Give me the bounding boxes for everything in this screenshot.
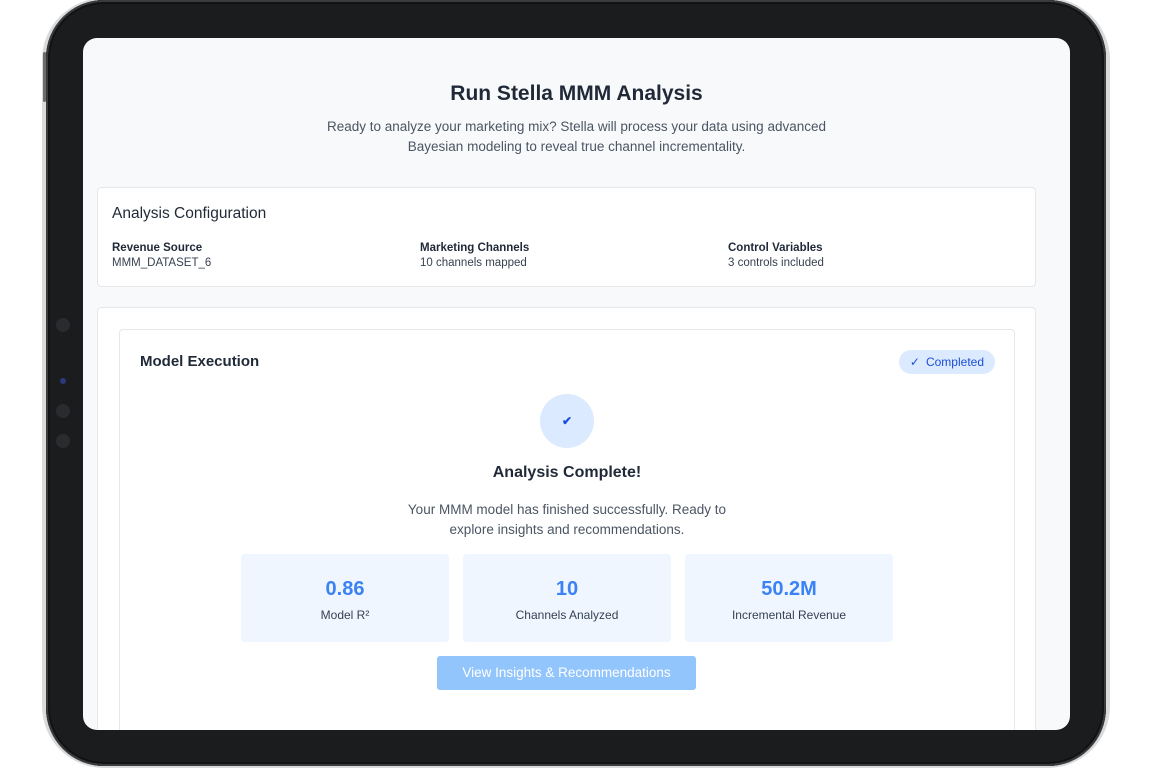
- stat-incremental-revenue: 50.2M Incremental Revenue: [685, 554, 893, 642]
- stat-channels-analyzed: 10 Channels Analyzed: [463, 554, 671, 642]
- completion-message: Your MMM model has finished successfully…: [120, 500, 1014, 540]
- config-value: MMM_DATASET_6: [112, 257, 212, 269]
- config-item-revenue-source: Revenue Source MMM_DATASET_6: [112, 241, 211, 271]
- subtitle-line: Bayesian modeling to reveal true channel…: [407, 139, 746, 154]
- config-label: Revenue Source: [112, 242, 203, 254]
- execution-panel: Model Execution ✓ Completed ✔ Analysis Co…: [97, 307, 1036, 730]
- stat-value: 0.86: [325, 578, 365, 600]
- stat-model-r2: 0.86 Model R²: [241, 554, 449, 642]
- volume-button: [43, 52, 46, 102]
- config-item-marketing-channels: Marketing Channels 10 channels mapped: [420, 241, 529, 271]
- completion-line: explore insights and recommendations.: [449, 522, 685, 537]
- config-title: Analysis Configuration: [112, 205, 267, 222]
- config-value: 10 channels mapped: [420, 257, 527, 269]
- config-value: 3 controls included: [728, 257, 824, 269]
- stat-label: Incremental Revenue: [731, 608, 847, 622]
- config-label: Control Variables: [728, 242, 823, 254]
- view-insights-button[interactable]: View Insights & Recommendations: [437, 656, 696, 690]
- stat-label: Channels Analyzed: [515, 608, 619, 622]
- page-title: Run Stella MMM Analysis: [450, 82, 703, 105]
- sensor-dot: [56, 404, 70, 418]
- config-item-control-variables: Control Variables 3 controls included: [728, 241, 824, 271]
- check-icon: ✔: [540, 394, 594, 448]
- completion-line: Your MMM model has finished successfully…: [407, 502, 727, 517]
- config-label: Marketing Channels: [420, 242, 530, 254]
- model-execution-card: Model Execution ✓ Completed ✔ Analysis Co…: [119, 329, 1015, 730]
- camera-icon: [60, 378, 66, 384]
- sensor-dot: [56, 434, 70, 448]
- execution-title: Model Execution: [140, 353, 260, 370]
- stat-value: 50.2M: [761, 578, 817, 600]
- subtitle-line: Ready to analyze your marketing mix? Ste…: [326, 119, 826, 134]
- app-screen: Run Stella MMM Analysis Ready to analyze…: [83, 38, 1070, 730]
- stat-value: 10: [555, 578, 579, 600]
- completion-heading: Analysis Complete!: [492, 464, 642, 481]
- analysis-configuration-card: Analysis Configuration Revenue Source MM…: [97, 187, 1036, 287]
- status-badge-label: Completed: [925, 355, 984, 369]
- check-icon: ✓: [909, 355, 920, 369]
- page-header: Run Stella MMM Analysis Ready to analyze…: [83, 82, 1070, 157]
- status-badge: ✓ Completed: [898, 350, 995, 374]
- page-subtitle: Ready to analyze your marketing mix? Ste…: [83, 117, 1070, 157]
- stat-label: Model R²: [320, 608, 370, 622]
- sensor-dot: [56, 318, 70, 332]
